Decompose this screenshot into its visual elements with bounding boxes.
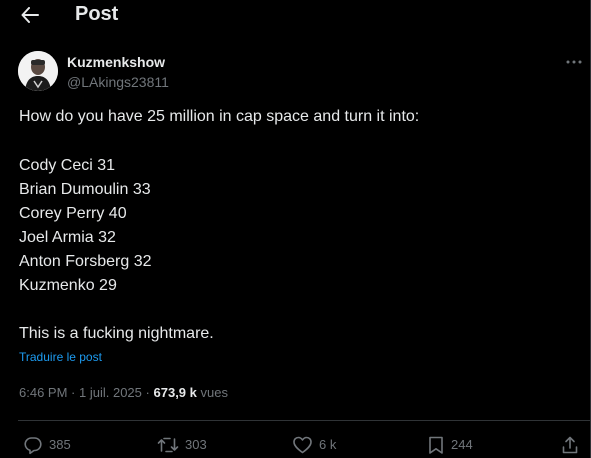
post-time[interactable]: 6:46 PM [19,385,67,400]
views-label: vues [200,385,228,400]
post-text-line: Brian Dumoulin 33 [19,181,151,198]
heart-icon [293,436,312,454]
views-count: 673,9 k [153,385,197,400]
author-handle[interactable]: @LAkings23811 [67,74,169,90]
arrow-left-icon [21,7,39,23]
more-horizontal-icon [566,60,582,64]
post-text-line: Cody Ceci 31 [19,157,116,174]
bookmark-icon [429,436,443,454]
repost-button[interactable]: 303 [157,434,207,456]
more-button[interactable] [564,55,584,69]
like-count: 6 k [319,437,337,452]
bookmark-button[interactable]: 244 [427,434,473,456]
share-icon [562,436,578,454]
post-text-line: How do you have 25 million in cap space … [19,108,420,125]
repost-icon [157,437,179,453]
divider [18,420,590,421]
bookmark-count: 244 [451,437,473,452]
author-name[interactable]: Kuzmenkshow [67,54,165,70]
post-text-line: This is a fucking nightmare. [19,325,214,342]
page-title: Post [75,3,119,25]
reply-button[interactable]: 385 [23,434,71,456]
avatar[interactable] [18,51,58,91]
meta-separator: · [71,385,76,400]
post-text-line: Joel Armia 32 [19,229,116,246]
reply-icon [24,437,42,455]
repost-count: 303 [185,437,207,452]
post-meta: 6:46 PM · 1 juil. 2025 · 673,9 k vues [19,385,228,401]
post-text-line: Corey Perry 40 [19,205,127,222]
back-button[interactable] [17,2,43,28]
like-button[interactable]: 6 k [292,434,336,456]
avatar-image [18,51,58,91]
share-button[interactable] [561,434,579,456]
post-text-line: Anton Forsberg 32 [19,253,152,270]
translate-post-link[interactable]: Traduire le post [19,349,102,365]
post-text-line: Kuzmenko 29 [19,277,117,294]
reply-count: 385 [49,437,71,452]
page-header: Post [0,0,590,30]
post-date[interactable]: 1 juil. 2025 [79,385,142,400]
meta-separator: · [145,385,150,400]
